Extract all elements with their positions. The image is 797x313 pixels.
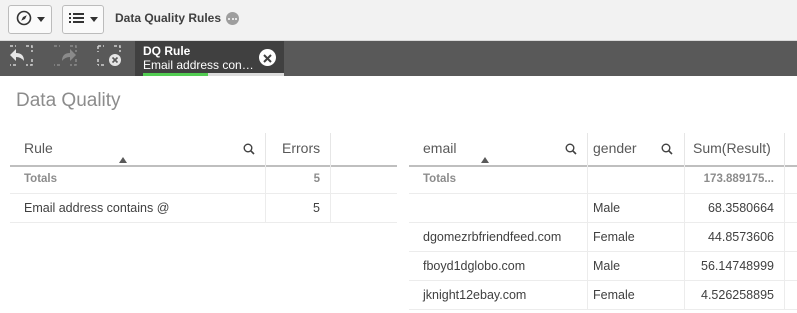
- table-row[interactable]: dgomezrbfriendfeed.com Female 44.8573606: [409, 223, 797, 252]
- search-icon[interactable]: [565, 143, 577, 158]
- column-header-label: Rule: [24, 140, 53, 156]
- table-row[interactable]: jknight12ebay.com Female 4.526258895: [409, 281, 797, 310]
- chevron-down-icon: [89, 17, 98, 22]
- step-forward-button[interactable]: [52, 45, 78, 71]
- rule-cell[interactable]: Email address contains @: [10, 194, 266, 223]
- column-header-label: Sum(Result): [693, 140, 771, 156]
- column-header-email[interactable]: email: [409, 133, 588, 165]
- totals-row: Totals 5: [10, 165, 397, 194]
- clear-selection-button[interactable]: [259, 49, 276, 66]
- sheets-menu-button[interactable]: [62, 5, 104, 34]
- sheet-title: Data Quality: [16, 90, 121, 111]
- totals-gender: [588, 165, 685, 194]
- clear-all-selections-icon: [96, 45, 122, 71]
- email-cell[interactable]: fboyd1dglobo.com: [409, 252, 588, 281]
- top-toolbar: Data Quality Rules: [0, 0, 797, 41]
- totals-label: Totals: [10, 165, 266, 194]
- email-cell[interactable]: [409, 194, 588, 223]
- column-header-sum-result[interactable]: Sum(Result): [685, 133, 785, 165]
- step-back-icon: [8, 45, 34, 71]
- column-header-label: email: [423, 140, 457, 156]
- totals-row: Totals 173.889175...: [409, 165, 797, 194]
- totals-sum: 173.889175...: [685, 165, 785, 194]
- close-icon: [263, 48, 272, 67]
- search-icon[interactable]: [243, 143, 255, 158]
- table-row[interactable]: Male 68.3580664: [409, 194, 797, 223]
- step-back-button[interactable]: [8, 45, 34, 71]
- selection-field-value: Email address contains @: [143, 58, 255, 72]
- table-row[interactable]: fboyd1dglobo.com Male 56.14748999: [409, 252, 797, 281]
- email-cell[interactable]: jknight12ebay.com: [409, 281, 588, 310]
- selection-chip-dq-rule[interactable]: DQ Rule Email address contains @: [135, 41, 284, 76]
- sum-cell: 68.3580664: [685, 194, 785, 223]
- column-header-rule[interactable]: Rule: [10, 133, 266, 165]
- navigation-menu-button[interactable]: [8, 5, 52, 34]
- search-icon[interactable]: [661, 143, 673, 158]
- compass-icon: [16, 10, 32, 30]
- selected-state-bar: [143, 73, 208, 76]
- gender-cell[interactable]: Male: [588, 252, 685, 281]
- totals-errors: 5: [266, 165, 331, 194]
- sum-cell: 4.526258895: [685, 281, 785, 310]
- totals-label: Totals: [409, 165, 588, 194]
- step-forward-icon: [52, 45, 78, 71]
- sort-ascending-icon: [119, 157, 127, 163]
- column-header-gender[interactable]: gender: [588, 133, 685, 165]
- app-title: Data Quality Rules: [115, 11, 222, 25]
- chevron-down-icon: [36, 17, 45, 22]
- detail-table: email gender Sum(Result) Totals 173.8891…: [409, 133, 797, 313]
- sum-cell: 56.14748999: [685, 252, 785, 281]
- rule-table: Rule Errors Totals 5 Email address conta…: [10, 133, 397, 225]
- gender-cell[interactable]: Female: [588, 281, 685, 310]
- column-header-label: Errors: [282, 140, 321, 156]
- clear-all-selections-button[interactable]: [96, 45, 122, 71]
- column-header-label: gender: [593, 140, 637, 156]
- more-icon[interactable]: [226, 12, 239, 25]
- gender-cell[interactable]: Female: [588, 223, 685, 252]
- selections-bar: DQ Rule Email address contains @: [0, 41, 797, 76]
- errors-cell: 5: [266, 194, 331, 223]
- email-cell[interactable]: dgomezrbfriendfeed.com: [409, 223, 588, 252]
- list-icon: [68, 10, 85, 29]
- column-header-errors[interactable]: Errors: [266, 133, 331, 165]
- table-row[interactable]: Email address contains @ 5: [10, 194, 397, 223]
- excluded-state-bar: [208, 73, 284, 76]
- gender-cell[interactable]: Male: [588, 194, 685, 223]
- sum-cell: 44.8573606: [685, 223, 785, 252]
- sort-ascending-icon: [481, 157, 489, 163]
- selection-field-name: DQ Rule: [143, 44, 191, 58]
